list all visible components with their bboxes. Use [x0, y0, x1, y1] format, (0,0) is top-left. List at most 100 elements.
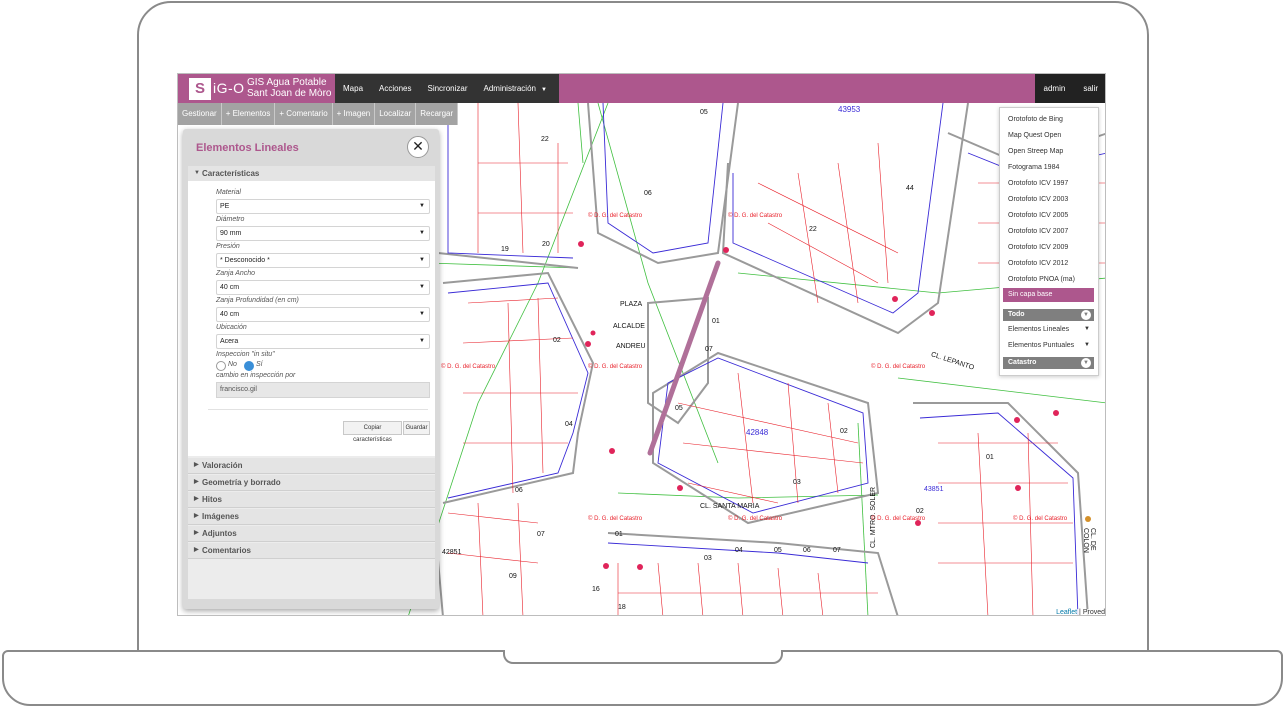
group-label: Catastro — [1008, 359, 1037, 366]
diametro-select[interactable]: 90 mm ▼ — [216, 226, 430, 241]
street-label-santa-maria: CL. SANTA MARIA — [700, 503, 760, 510]
material-select[interactable]: PE ▼ — [216, 199, 430, 214]
catastro-label: © D. G. del Catastro — [588, 516, 643, 522]
section-label: Adjuntos — [202, 529, 237, 538]
subtitle-line1: GIS Agua Potable — [247, 77, 327, 88]
layer-option[interactable]: Orotofoto ICV 2003 — [1008, 196, 1068, 203]
catastro-label: © D. G. del Catastro — [1013, 516, 1068, 522]
catastro-label: © D. G. del Catastro — [441, 364, 496, 370]
parcel-number: 19 — [501, 246, 509, 253]
catastro-label: © D. G. del Catastro — [728, 516, 783, 522]
toolbar-gestionar[interactable]: Gestionar — [178, 103, 222, 125]
caret-right-icon: ▶ — [194, 479, 199, 485]
section-label: Comentarios — [202, 546, 251, 555]
section-adjuntos[interactable]: ▶ Adjuntos — [188, 526, 435, 542]
catastro-label: © D. G. del Catastro — [588, 364, 643, 370]
layer-group-todo[interactable]: Todo ▼ — [1003, 309, 1094, 321]
layer-option-selected[interactable]: Sin capa base — [1003, 288, 1094, 302]
parcel-number: 44 — [906, 185, 914, 192]
chevron-down-icon: ▼ — [419, 203, 425, 209]
parcel-number: 07 — [537, 531, 545, 538]
leaflet-link[interactable]: Leaflet — [1056, 609, 1077, 615]
layer-option[interactable]: Map Quest Open — [1008, 132, 1061, 139]
layer-option[interactable]: Orotofoto de Bing — [1008, 116, 1063, 123]
toolbar-add-elementos[interactable]: + Elementos — [221, 103, 276, 125]
layer-switcher: Orotofoto de Bing Map Quest Open Open St… — [999, 107, 1099, 376]
section-geometria[interactable]: ▶ Geometría y borrado — [188, 475, 435, 491]
menu-administracion-label: Administración — [483, 84, 536, 93]
save-button[interactable]: Guardar — [403, 421, 430, 435]
layer-option[interactable]: Orotofoto PNOA (ma) — [1008, 276, 1075, 283]
app-screen: PLAZA ALCALDE ANDREU CL. SANTA MARIA CL.… — [177, 73, 1106, 616]
zanja-profundidad-select[interactable]: 40 cm ▼ — [216, 307, 430, 322]
catastro-label: © D. G. del Catastro — [588, 213, 643, 219]
layer-option[interactable]: Orotofoto ICV 2009 — [1008, 244, 1068, 251]
section-hitos[interactable]: ▶ Hitos — [188, 492, 435, 508]
laptop-notch — [503, 650, 783, 664]
presion-select[interactable]: * Desconocido * ▼ — [216, 253, 430, 268]
field-label-zanja-ancho: Zanja Ancho — [216, 270, 256, 277]
layer-option[interactable]: Orotofoto ICV 1997 — [1008, 180, 1068, 187]
section-imagenes[interactable]: ▶ Imágenes — [188, 509, 435, 525]
radio-si-label: Sí — [256, 361, 263, 368]
street-label-andreu: ANDREU — [616, 343, 646, 350]
radio-no[interactable] — [216, 361, 226, 371]
app-subtitle: GIS Agua Potable Sant Joan de Mòro — [247, 77, 332, 99]
layer-option[interactable]: Open Streep Map — [1008, 148, 1063, 155]
parcel-number: 01 — [615, 531, 623, 538]
menu-sincronizar[interactable]: Sincronizar — [419, 74, 475, 103]
section-comentarios[interactable]: ▶ Comentarios — [188, 543, 435, 559]
user-menu: admin salir — [1034, 74, 1105, 103]
close-icon: ✕ — [412, 138, 424, 154]
caret-down-icon[interactable]: ▼ — [1084, 342, 1090, 348]
toolbar-add-imagen[interactable]: + Imagen — [332, 103, 376, 125]
group-label: Todo — [1008, 311, 1025, 318]
main-menu: Mapa Acciones Sincronizar Administración… — [335, 74, 559, 103]
provider-link[interactable]: Proved — [1083, 609, 1105, 615]
layer-option[interactable]: Fotograma 1984 — [1008, 164, 1059, 171]
zanja-ancho-select[interactable]: 40 cm ▼ — [216, 280, 430, 295]
toolbar-add-comentario[interactable]: + Comentario — [275, 103, 333, 125]
chevron-down-icon: ▼ — [419, 338, 425, 344]
close-button[interactable]: ✕ — [407, 136, 429, 158]
ubicacion-select[interactable]: Acera ▼ — [216, 334, 430, 349]
parcel-number: 04 — [565, 421, 573, 428]
block-number: 42848 — [746, 428, 769, 437]
layer-option[interactable]: Orotofoto ICV 2005 — [1008, 212, 1068, 219]
street-label-colon: CL. DE COLÓN — [1082, 528, 1096, 553]
layer-group-catastro[interactable]: Catastro ▼ — [1003, 357, 1094, 369]
layer-option[interactable]: Orotofoto ICV 2007 — [1008, 228, 1068, 235]
toolbar-localizar[interactable]: Localizar — [375, 103, 417, 125]
parcel-number: 22 — [809, 226, 817, 233]
caret-right-icon: ▶ — [194, 547, 199, 553]
block-number: 42851 — [442, 549, 462, 556]
catastro-label: © D. G. del Catastro — [871, 516, 926, 522]
caret-right-icon: ▶ — [194, 496, 199, 502]
changed-by-field: francisco.gil — [216, 382, 430, 398]
menu-mapa[interactable]: Mapa — [335, 74, 371, 103]
subtitle-line2: Sant Joan de Mòro — [247, 88, 332, 99]
select-value: PE — [220, 203, 230, 210]
user-name[interactable]: admin — [1035, 74, 1075, 103]
menu-administracion[interactable]: Administración ▼ — [476, 74, 559, 103]
app-logo[interactable]: S — [189, 78, 211, 100]
parcel-number: 18 — [618, 604, 626, 611]
parcel-number: 01 — [986, 454, 994, 461]
parcel-number: 04 — [735, 547, 743, 554]
chevron-down-icon: ▼ — [419, 230, 425, 236]
layer-elementos-puntuales[interactable]: Elementos Puntuales — [1008, 342, 1074, 349]
toolbar-recargar[interactable]: Recargar — [416, 103, 459, 125]
caret-down-icon: ▼ — [194, 170, 200, 176]
layer-elementos-lineales[interactable]: Elementos Lineales — [1008, 326, 1069, 333]
radio-si[interactable] — [244, 361, 254, 371]
menu-acciones[interactable]: Acciones — [371, 74, 419, 103]
layer-option[interactable]: Orotofoto ICV 2012 — [1008, 260, 1068, 267]
logout-button[interactable]: salir — [1074, 74, 1105, 103]
caret-down-icon[interactable]: ▼ — [1084, 326, 1090, 332]
section-valoracion[interactable]: ▶ Valoración — [188, 458, 435, 474]
copy-button[interactable]: Copiar características — [343, 421, 402, 443]
caret-right-icon: ▶ — [194, 530, 199, 536]
elementos-lineales-panel: Elementos Lineales ✕ ▼ Características Ma… — [183, 129, 439, 609]
section-caracteristicas[interactable]: ▼ Características — [188, 166, 435, 182]
select-value: Acera — [220, 338, 239, 345]
